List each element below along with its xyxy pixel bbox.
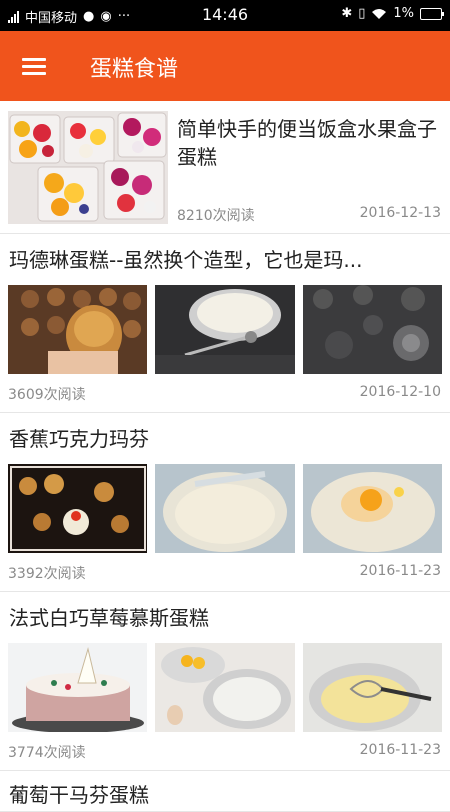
recipe-title[interactable]: 香蕉巧克力玛芬 (9, 425, 441, 453)
recipe-thumbnail-fruit-box-cake[interactable] (8, 111, 168, 224)
recipe-title[interactable]: 玛德琳蛋糕--虽然换个造型，它也是玛... (9, 246, 441, 274)
status-bar: 中国移动 ● ◉ ··· 14:46 ✱ ▯ 1% (0, 0, 450, 31)
recipe-image-melted-butter-bowl[interactable] (155, 285, 295, 374)
recipe-image-muffins[interactable] (8, 464, 148, 553)
recipe-item[interactable]: 玛德琳蛋糕--虽然换个造型，它也是玛... 3609次阅读 2016-12-10 (0, 234, 450, 413)
recipe-image-madeleine-molds[interactable] (8, 285, 148, 374)
app-bar: 蛋糕食谱 (0, 31, 450, 101)
recipe-item[interactable]: 简单快手的便当饭盒水果盒子蛋糕 8210次阅读 2016-12-13 (0, 101, 450, 234)
recipe-image-flower-mold[interactable] (302, 285, 442, 374)
read-count: 3609次阅读 (8, 387, 86, 403)
recipe-image-egg-yolks-bowls[interactable] (155, 643, 295, 732)
recipe-item[interactable]: 葡萄干马芬蛋糕 (0, 771, 450, 812)
app-title: 蛋糕食谱 (90, 57, 179, 82)
recipe-image-egg-in-batter[interactable] (302, 464, 442, 553)
status-right: ✱ ▯ 1% (341, 6, 444, 21)
publish-date: 2016-12-13 (359, 205, 441, 221)
publish-date: 2016-12-10 (359, 384, 441, 400)
vibrate-icon: ▯ (358, 6, 366, 21)
menu-icon[interactable] (22, 56, 48, 76)
recipe-image-row (8, 464, 442, 553)
battery-icon (420, 7, 444, 20)
recipe-title[interactable]: 葡萄干马芬蛋糕 (9, 781, 149, 809)
recipe-image-mousse-cake[interactable] (8, 643, 148, 732)
publish-date: 2016-11-23 (359, 563, 441, 579)
recipe-image-whisk-custard[interactable] (302, 643, 442, 732)
publish-date: 2016-11-23 (359, 742, 441, 758)
recipe-title[interactable]: 法式白巧草莓慕斯蛋糕 (9, 604, 441, 632)
bluetooth-icon: ✱ (341, 6, 353, 21)
recipe-title[interactable]: 简单快手的便当饭盒水果盒子蛋糕 (177, 115, 443, 171)
recipe-image-row (8, 643, 442, 732)
recipe-image-creamed-butter[interactable] (155, 464, 295, 553)
recipe-item[interactable]: 法式白巧草莓慕斯蛋糕 3774次阅读 2016-11-23 (0, 592, 450, 771)
read-count: 8210次阅读 (177, 208, 255, 224)
battery-level: 1% (393, 6, 414, 21)
read-count: 3774次阅读 (8, 745, 86, 761)
recipe-list[interactable]: 简单快手的便当饭盒水果盒子蛋糕 8210次阅读 2016-12-13 玛德琳蛋糕… (0, 101, 450, 812)
read-count: 3392次阅读 (8, 566, 86, 582)
recipe-item[interactable]: 香蕉巧克力玛芬 3392次阅读 2016-11-23 (0, 413, 450, 592)
wifi-icon (371, 8, 387, 20)
recipe-image-row (8, 285, 442, 374)
